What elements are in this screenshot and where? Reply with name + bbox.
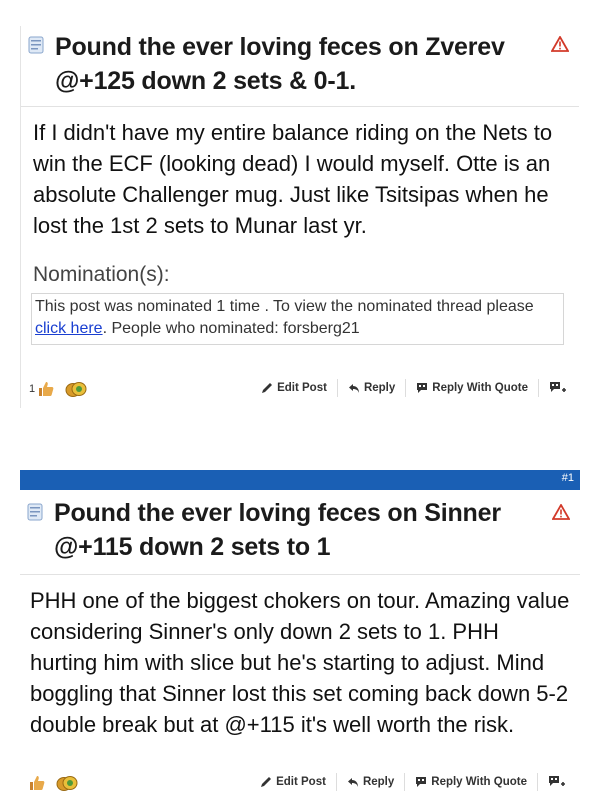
thumbs-up-icon[interactable] bbox=[37, 380, 55, 398]
coin-icon[interactable] bbox=[56, 774, 78, 792]
top-bar bbox=[0, 0, 600, 12]
post-zverev: Pound the ever loving feces on Zverev @+… bbox=[20, 26, 581, 408]
nomination-box: This post was nominated 1 time . To view… bbox=[31, 293, 564, 345]
post-footer: Edit Post Reply Reply With Quote bbox=[20, 770, 580, 798]
post-footer: 1 Edit Post Reply Reply With Quote bbox=[21, 376, 581, 404]
reply-button[interactable]: Reply bbox=[337, 773, 406, 791]
thumbs-up-icon[interactable] bbox=[28, 774, 46, 792]
post-actions: Edit Post Reply Reply With Quote bbox=[250, 773, 580, 791]
reply-arrow-icon bbox=[348, 384, 359, 393]
post-header-bar: #1 bbox=[20, 470, 580, 490]
post-actions: Edit Post Reply Reply With Quote bbox=[251, 379, 581, 397]
reply-with-quote-label: Reply With Quote bbox=[431, 776, 527, 788]
post-title: Pound the ever loving feces on Sinner @+… bbox=[54, 499, 501, 561]
reaction-area: 1 bbox=[29, 380, 87, 398]
multi-quote-icon bbox=[550, 382, 566, 392]
post-number[interactable]: #1 bbox=[562, 472, 574, 484]
edit-post-button[interactable]: Edit Post bbox=[250, 773, 337, 791]
document-icon bbox=[28, 36, 44, 54]
quote-bubble-icon bbox=[416, 777, 427, 787]
edit-post-label: Edit Post bbox=[277, 382, 327, 394]
multi-quote-icon bbox=[549, 776, 565, 786]
alert-triangle-icon[interactable] bbox=[552, 504, 570, 520]
edit-post-label: Edit Post bbox=[276, 776, 326, 788]
post-title-row: Pound the ever loving feces on Sinner @+… bbox=[20, 494, 580, 575]
post-body: If I didn't have my entire balance ridin… bbox=[33, 120, 553, 238]
edit-post-button[interactable]: Edit Post bbox=[251, 379, 338, 397]
nomination-nominators: . People who nominated: forsberg21 bbox=[102, 320, 360, 337]
reply-button[interactable]: Reply bbox=[338, 379, 407, 397]
reaction-area bbox=[28, 774, 78, 792]
reply-with-quote-button[interactable]: Reply With Quote bbox=[406, 379, 539, 397]
nomination-label: Nomination(s): bbox=[33, 263, 170, 286]
reply-with-quote-label: Reply With Quote bbox=[432, 382, 528, 394]
nomination-link[interactable]: click here bbox=[35, 320, 103, 337]
reply-arrow-icon bbox=[347, 778, 358, 787]
post-sinner: Pound the ever loving feces on Sinner @+… bbox=[20, 494, 580, 800]
multi-quote-button[interactable] bbox=[539, 379, 581, 397]
multi-quote-button[interactable] bbox=[538, 773, 580, 791]
reply-with-quote-button[interactable]: Reply With Quote bbox=[405, 773, 538, 791]
post-body: PHH one of the biggest chokers on tour. … bbox=[30, 588, 570, 737]
post-title-row: Pound the ever loving feces on Zverev @+… bbox=[21, 26, 579, 107]
pencil-icon bbox=[261, 777, 272, 787]
likes-count: 1 bbox=[29, 383, 36, 395]
nomination-text: This post was nominated 1 time . To view… bbox=[35, 298, 534, 315]
alert-triangle-icon[interactable] bbox=[551, 36, 569, 52]
post-title: Pound the ever loving feces on Zverev @+… bbox=[55, 33, 505, 95]
document-icon bbox=[27, 503, 43, 521]
quote-bubble-icon bbox=[417, 383, 428, 393]
reply-label: Reply bbox=[362, 776, 395, 788]
reply-label: Reply bbox=[363, 382, 396, 394]
coin-icon[interactable] bbox=[65, 380, 87, 398]
pencil-icon bbox=[262, 383, 273, 393]
